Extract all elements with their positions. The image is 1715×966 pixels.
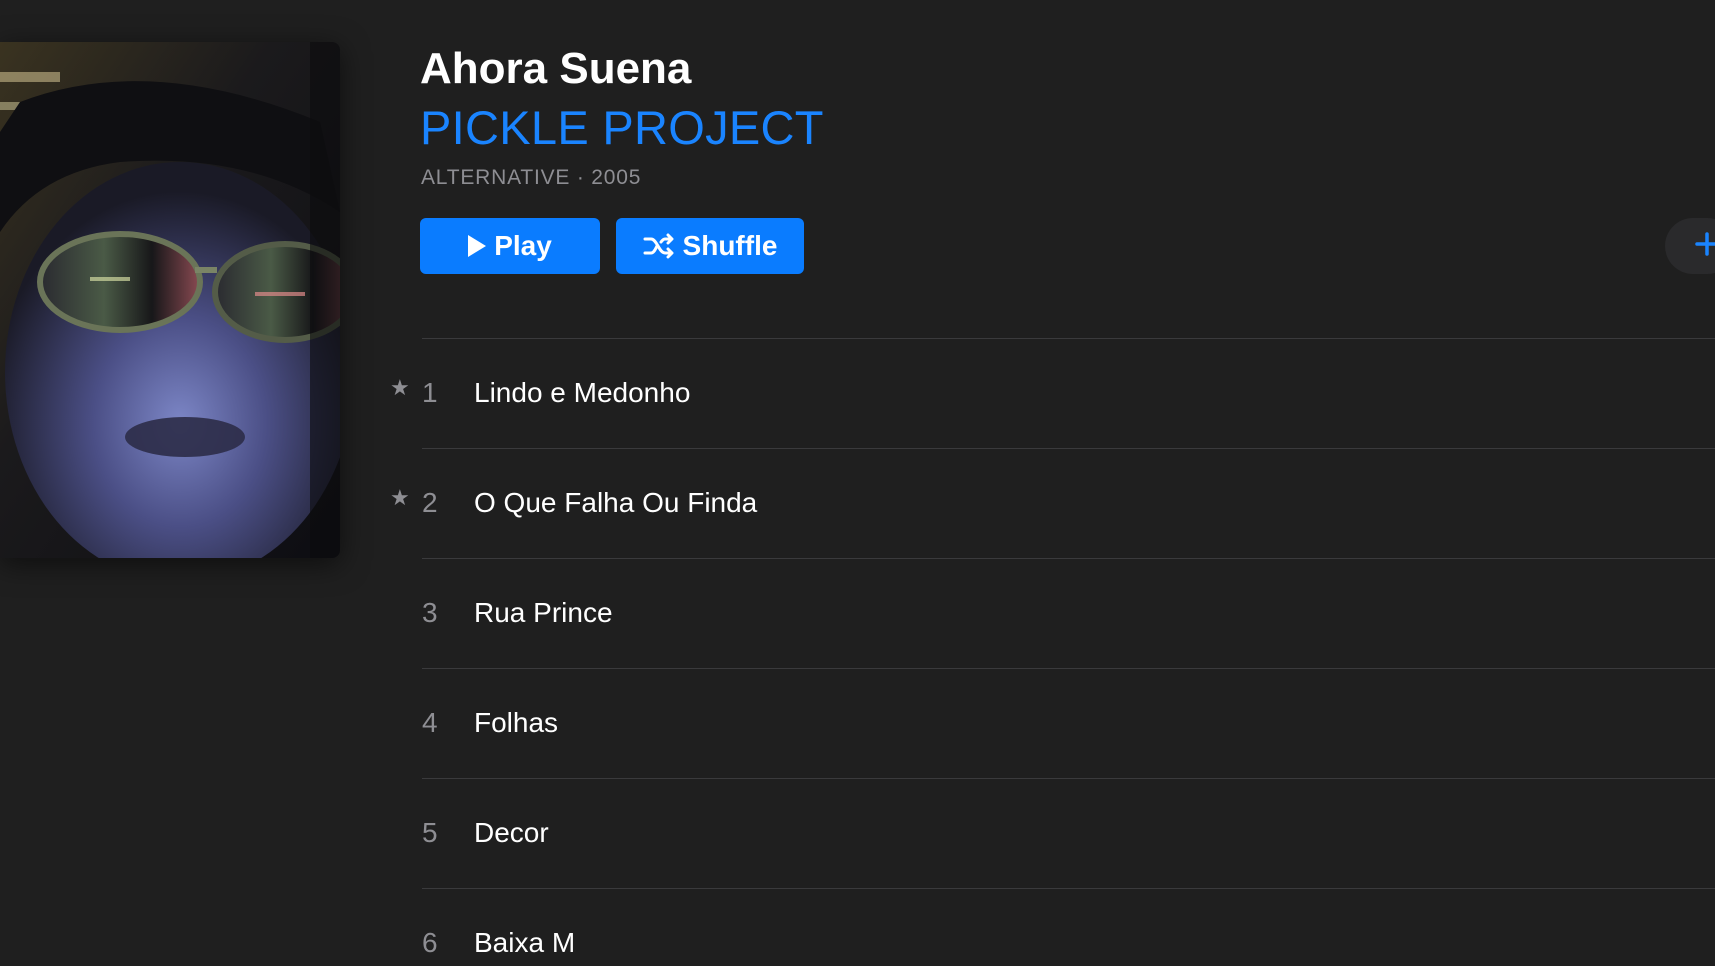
- track-title: Folhas: [474, 707, 559, 738]
- track-number: 1: [422, 377, 438, 408]
- track-number: 3: [422, 597, 438, 628]
- track-row[interactable]: 5 Decor: [0, 779, 1715, 889]
- track-title: O Que Falha Ou Finda: [474, 487, 758, 518]
- track-number: 6: [422, 927, 438, 958]
- track-title: Rua Prince: [474, 597, 613, 628]
- album-artist-link[interactable]: PICKLE PROJECT: [420, 100, 824, 155]
- track-row[interactable]: ★ 2 O Que Falha Ou Finda: [0, 449, 1715, 559]
- track-row[interactable]: 3 Rua Prince: [0, 559, 1715, 669]
- track-title: Decor: [474, 817, 549, 848]
- add-to-library-button[interactable]: [1665, 218, 1715, 274]
- favorite-star-icon: ★: [390, 485, 410, 510]
- track-number: 5: [422, 817, 438, 848]
- track-number: 4: [422, 707, 438, 738]
- album-title: Ahora Suena: [420, 44, 692, 93]
- shuffle-icon: [643, 233, 675, 259]
- favorite-star-icon: ★: [390, 375, 410, 400]
- play-icon: [468, 235, 487, 257]
- track-row[interactable]: ★ 1 Lindo e Medonho: [0, 339, 1715, 449]
- album-genre-year: ALTERNATIVE · 2005: [421, 166, 642, 189]
- track-row[interactable]: 6 Baixa M: [0, 889, 1715, 966]
- play-button[interactable]: Play: [420, 218, 600, 274]
- play-button-label: Play: [494, 230, 552, 261]
- track-number: 2: [422, 487, 438, 518]
- album-page: Ahora Suena PICKLE PROJECT ALTERNATIVE ·…: [0, 0, 1715, 966]
- track-row[interactable]: 4 Folhas: [0, 669, 1715, 779]
- shuffle-button-label: Shuffle: [682, 230, 778, 261]
- track-title: Baixa M: [474, 927, 576, 958]
- shuffle-button[interactable]: Shuffle: [616, 218, 804, 274]
- plus-icon: [1695, 231, 1715, 261]
- track-title: Lindo e Medonho: [474, 377, 691, 408]
